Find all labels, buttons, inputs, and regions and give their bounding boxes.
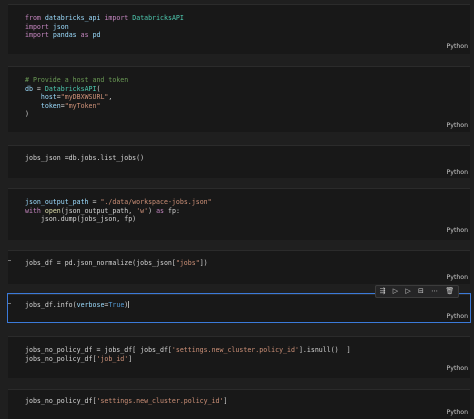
cell-language-label[interactable]: Python	[447, 409, 468, 416]
text-cursor	[128, 301, 130, 308]
cell-language-label[interactable]: Python	[447, 365, 468, 372]
execute-below-icon[interactable]: ▷	[405, 288, 410, 295]
code-editor[interactable]: jobs_no_policy_df = jobs_df[ jobs_df['se…	[25, 346, 351, 363]
delete-icon[interactable]: 🗑	[445, 288, 454, 295]
notebook-cell-2[interactable]: # Provide a host and token db = Databric…	[8, 66, 470, 132]
code-editor[interactable]: # Provide a host and token db = Databric…	[25, 76, 128, 119]
execute-above-icon[interactable]: ▷	[393, 288, 398, 295]
collapse-indicator[interactable]	[8, 303, 11, 304]
cell-language-label[interactable]: Python	[447, 122, 468, 129]
notebook-cell-3[interactable]: jobs_json =db.jobs.list_jobs() Python	[8, 145, 470, 178]
cell-language-label[interactable]: Python	[447, 274, 468, 281]
split-cell-icon[interactable]: ⊟	[418, 288, 424, 295]
cell-language-label[interactable]: Python	[447, 313, 468, 320]
cell-language-label[interactable]: Python	[447, 169, 468, 176]
code-editor[interactable]: jobs_json =db.jobs.list_jobs()	[25, 154, 144, 163]
code-editor[interactable]: jobs_no_policy_df['settings.new_cluster.…	[25, 397, 228, 406]
notebook-cell-4[interactable]: json_output_path = "./data/workspace-job…	[8, 188, 470, 240]
notebook-cell-5[interactable]: jobs_df = pd.json_normalize(jobs_json["j…	[8, 250, 470, 284]
notebook-cell-8[interactable]: jobs_no_policy_df['settings.new_cluster.…	[8, 389, 470, 419]
notebook-cell-1[interactable]: from databricks_api import DatabricksAPI…	[8, 4, 470, 54]
code-editor[interactable]: from databricks_api import DatabricksAPI…	[25, 14, 184, 40]
notebook-cell-7[interactable]: jobs_no_policy_df = jobs_df[ jobs_df['se…	[8, 336, 470, 378]
code-editor[interactable]: json_output_path = "./data/workspace-job…	[25, 198, 212, 224]
notebook-cell-6-active[interactable]: jobs_df.info(verbose=True) Python	[7, 293, 471, 323]
cell-language-label[interactable]: Python	[447, 227, 468, 234]
more-icon[interactable]: ⋯	[431, 288, 438, 295]
cell-language-label[interactable]: Python	[447, 43, 468, 50]
run-by-line-icon[interactable]: ⇶	[380, 288, 386, 295]
code-editor[interactable]: jobs_df.info(verbose=True)	[25, 301, 130, 310]
code-editor[interactable]: jobs_df = pd.json_normalize(jobs_json["j…	[25, 259, 208, 268]
collapse-indicator[interactable]	[8, 260, 11, 261]
cell-toolbar: ⇶ ▷ ▷ ⊟ ⋯ 🗑	[375, 285, 459, 298]
